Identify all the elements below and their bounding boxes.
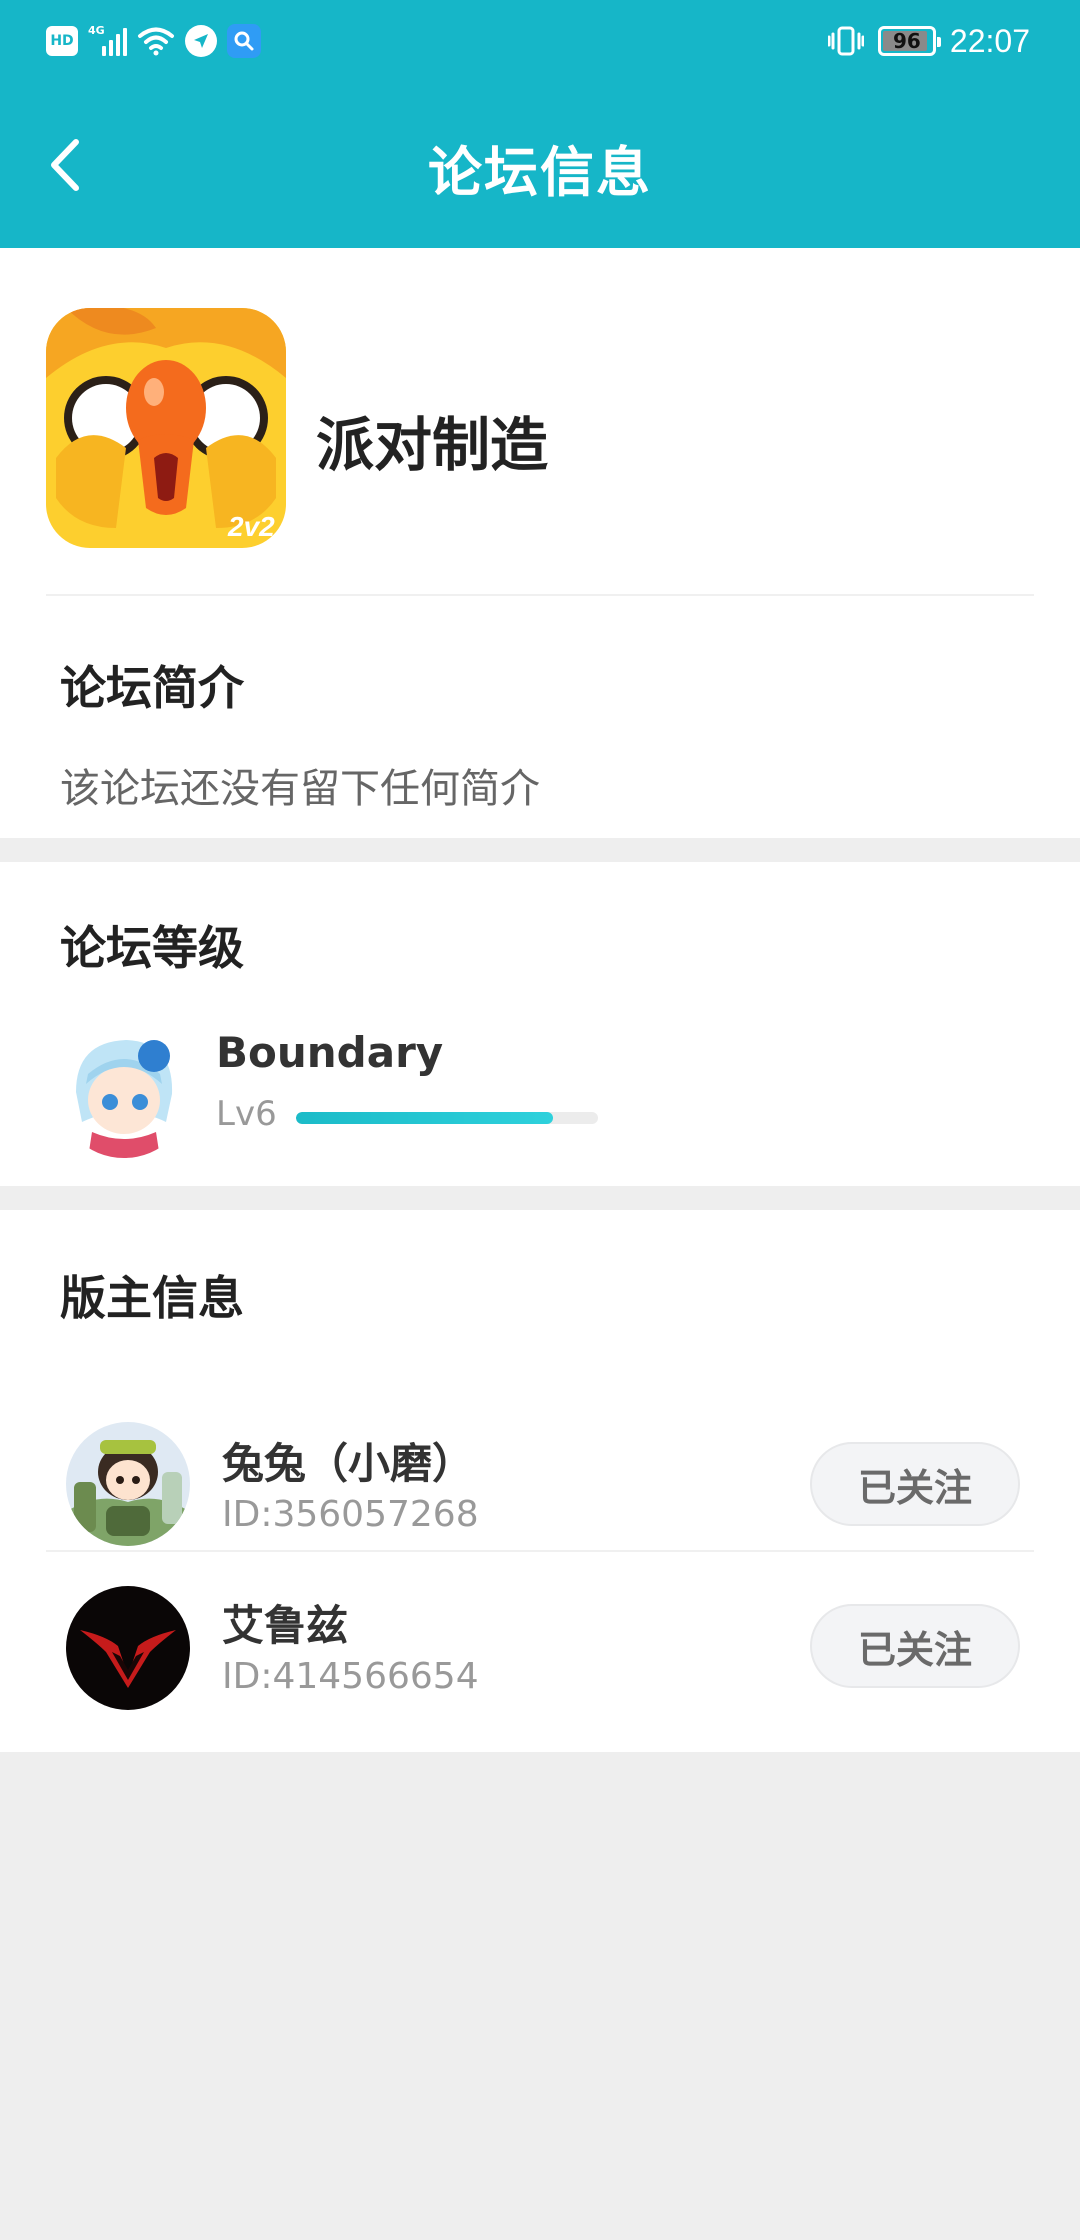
level-progress-fill bbox=[296, 1112, 553, 1124]
forum-info-card: 2v2 派对制造 论坛简介 该论坛还没有留下任何简介 bbox=[0, 248, 1080, 838]
app-header: HD 4G 96 22:07 论坛信息 bbox=[0, 0, 1080, 248]
icon-badge-text: 2v2 bbox=[227, 511, 275, 542]
location-app-icon bbox=[185, 25, 217, 57]
moderators-card: 版主信息 兔兔（小磨） ID:356057268 已关注 艾鲁兹 ID:4145… bbox=[0, 1210, 1080, 1752]
moderator-id: ID:356057268 bbox=[222, 1494, 479, 1535]
battery-icon: 96 bbox=[877, 26, 941, 56]
clock: 22:07 bbox=[949, 22, 1030, 59]
hd-badge: HD bbox=[46, 26, 78, 56]
moderators-section-title: 版主信息 bbox=[60, 1271, 244, 1325]
divider bbox=[46, 1550, 1034, 1552]
vibrate-icon bbox=[827, 26, 864, 56]
followed-button[interactable]: 已关注 bbox=[810, 1604, 1020, 1688]
level-user-avatar[interactable] bbox=[56, 1022, 192, 1158]
moderator-name: 兔兔（小磨） bbox=[222, 1439, 475, 1488]
signal-icon: 4G bbox=[88, 24, 127, 56]
level-section-title: 论坛等级 bbox=[60, 921, 244, 975]
forum-name: 派对制造 bbox=[316, 411, 549, 479]
status-bar-left: HD 4G bbox=[46, 18, 261, 64]
moderator-avatar[interactable] bbox=[66, 1422, 190, 1546]
followed-button[interactable]: 已关注 bbox=[810, 1442, 1020, 1526]
search-app-icon bbox=[227, 24, 261, 58]
battery-level: 96 bbox=[893, 29, 921, 53]
forum-icon: 2v2 bbox=[46, 308, 286, 548]
intro-text: 该论坛还没有留下任何简介 bbox=[60, 766, 540, 812]
moderator-row[interactable]: 兔兔（小磨） ID:356057268 已关注 bbox=[0, 1382, 1080, 1582]
level-user-name: Boundary bbox=[216, 1028, 444, 1077]
moderator-id: ID:414566654 bbox=[222, 1656, 479, 1697]
divider bbox=[46, 594, 1034, 596]
wifi-icon bbox=[138, 27, 174, 56]
intro-section-title: 论坛简介 bbox=[60, 661, 244, 715]
network-type: 4G bbox=[88, 24, 105, 37]
level-label: Lv6 bbox=[216, 1094, 277, 1134]
moderator-avatar[interactable] bbox=[66, 1586, 190, 1710]
page-title: 论坛信息 bbox=[428, 141, 652, 204]
status-bar-right: 96 22:07 bbox=[827, 18, 1030, 64]
moderator-row[interactable]: 艾鲁兹 ID:414566654 已关注 bbox=[0, 1554, 1080, 1754]
forum-level-card: 论坛等级 Boundary Lv6 bbox=[0, 862, 1080, 1186]
level-progress-bar bbox=[296, 1112, 598, 1124]
moderator-name: 艾鲁兹 bbox=[222, 1601, 349, 1650]
